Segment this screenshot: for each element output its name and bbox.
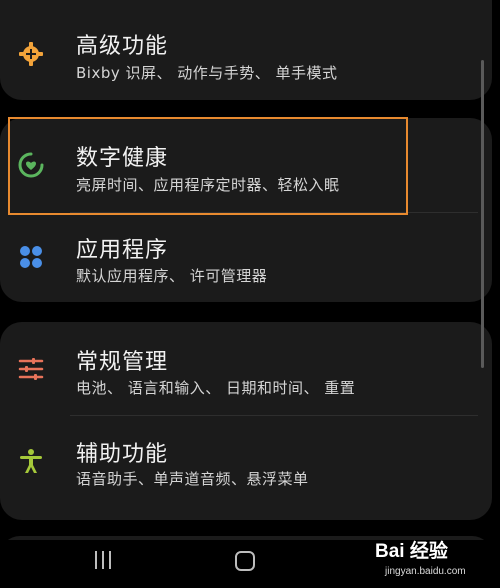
- item-title: 辅助功能: [76, 442, 169, 467]
- item-subtitle: Bixby 识屏、 动作与手势、 单手模式: [76, 64, 338, 82]
- highlight-box: [8, 117, 408, 215]
- apps-grid-icon: [18, 244, 44, 270]
- item-subtitle: 语音助手、单声道音频、悬浮菜单: [76, 470, 309, 488]
- watermark-url: jingyan.baidu.com: [385, 566, 466, 577]
- item-title: 高级功能: [76, 34, 169, 59]
- settings-item-advanced-features[interactable]: 高级功能 Bixby 识屏、 动作与手势、 单手模式: [0, 12, 492, 108]
- item-subtitle: 默认应用程序、 许可管理器: [76, 267, 268, 285]
- accessibility-icon: [18, 448, 44, 474]
- sliders-icon: [18, 356, 44, 382]
- watermark-brand: Bai 经验: [375, 541, 448, 562]
- plus-gear-icon: [18, 41, 44, 67]
- recent-apps-icon: [95, 551, 97, 569]
- settings-item-apps[interactable]: 应用程序 默认应用程序、 许可管理器: [0, 216, 492, 312]
- recent-apps-button[interactable]: [95, 551, 115, 569]
- scrollbar[interactable]: [481, 60, 484, 368]
- settings-item-general-management[interactable]: 常规管理 电池、 语言和输入、 日期和时间、 重置: [0, 328, 492, 424]
- divider: [70, 415, 478, 416]
- item-title: 常规管理: [76, 350, 169, 375]
- item-subtitle: 电池、 语言和输入、 日期和时间、 重置: [76, 379, 356, 397]
- home-button[interactable]: [235, 551, 255, 571]
- settings-item-accessibility[interactable]: 辅助功能 语音助手、单声道音频、悬浮菜单: [0, 420, 492, 516]
- item-title: 应用程序: [76, 238, 169, 263]
